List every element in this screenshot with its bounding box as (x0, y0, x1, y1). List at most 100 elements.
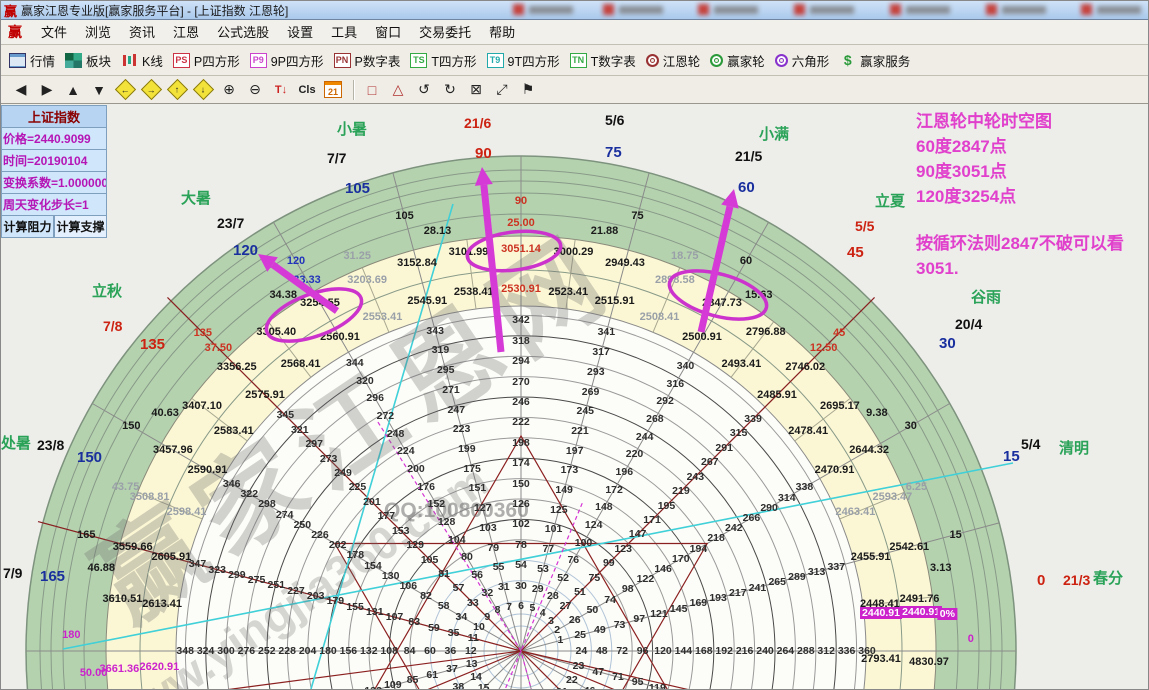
expand-button[interactable]: ⊠ (464, 79, 488, 101)
toolbar-button-9T四方形[interactable]: T99T四方形 (487, 51, 560, 70)
spiral-number: 298 (258, 498, 276, 510)
shrink-button[interactable]: ⤢ (490, 79, 514, 101)
price-plus-degree-label: 2583.41 (214, 425, 254, 437)
spiral-number: 78 (515, 539, 527, 551)
spiral-number: 144 (675, 645, 693, 657)
nav-left-button[interactable]: ◀ (9, 79, 33, 101)
spiral-number: 195 (658, 500, 676, 512)
menu-item-交易委托[interactable]: 交易委托 (410, 23, 480, 42)
spiral-number: 74 (604, 594, 616, 606)
zoom-in-button[interactable]: ⊕ (217, 79, 241, 101)
spiral-number: 201 (363, 496, 381, 508)
spiral-number: 339 (744, 413, 762, 425)
toolbar-button-T四方形[interactable]: TST四方形 (410, 51, 476, 70)
spiral-number: 107 (386, 611, 404, 623)
triangle-tool-button[interactable]: △ (386, 79, 410, 101)
zoom-out-button[interactable]: ⊖ (243, 79, 267, 101)
toolbar-button-P数字表[interactable]: PNP数字表 (334, 51, 401, 70)
date-label: 7/7 (327, 150, 346, 166)
TN-icon: TN (570, 53, 587, 68)
percent-label: 12.50 (810, 342, 838, 354)
shift-left-button[interactable]: ← (113, 79, 137, 101)
rotate-cw-button[interactable]: ↻ (438, 79, 462, 101)
spiral-number: 216 (736, 645, 754, 657)
spiral-number: 22 (566, 674, 578, 686)
spiral-number: 342 (512, 314, 530, 326)
toolbar-label: K线 (142, 51, 163, 70)
spiral-number: 169 (690, 597, 708, 609)
nav-down-button[interactable]: ▼ (87, 79, 111, 101)
spiral-number: 129 (406, 539, 424, 551)
spiral-number: 148 (595, 501, 613, 513)
toolbar-button-江恩轮[interactable]: 江恩轮 (646, 51, 701, 70)
spiral-number: 196 (616, 466, 634, 478)
toolbar-label: P四方形 (194, 51, 240, 70)
spiral-number: 33 (467, 597, 479, 609)
price-plus-degree-label: 2620.91 (139, 661, 179, 673)
spiral-number: 4 (540, 607, 546, 619)
toolbar-button-T数字表[interactable]: TNT数字表 (570, 51, 636, 70)
menu-item-设置[interactable]: 设置 (278, 23, 322, 42)
spiral-number: 76 (567, 554, 579, 566)
price-plus-degree-label: 2500.91 (682, 331, 722, 343)
spiral-number: 273 (320, 453, 338, 465)
spiral-number: 198 (512, 437, 530, 449)
spiral-number: 132 (360, 645, 378, 657)
note-line: 按循环法则2847不破可以看 (916, 231, 1124, 256)
toolbar-button-K线[interactable]: K线 (121, 51, 163, 70)
menu-item-公式选股[interactable]: 公式选股 (208, 23, 278, 42)
price-plus-degree-label: 2575.91 (245, 389, 285, 401)
calc-support-button[interactable]: 计算支撑 (54, 216, 107, 238)
spiral-number: 173 (561, 464, 579, 476)
calc-resistance-button[interactable]: 计算阻力 (1, 216, 54, 238)
solar-term-label: 清明 (1059, 437, 1089, 458)
spiral-number: 154 (364, 560, 382, 572)
percent-label: 46.88 (87, 562, 115, 574)
toolbar-button-9P四方形[interactable]: P99P四方形 (250, 51, 324, 70)
spiral-number: 265 (768, 576, 786, 588)
menu-item-资讯[interactable]: 资讯 (120, 23, 164, 42)
toolbar-button-六角形[interactable]: 六角形 (775, 51, 830, 70)
toolbar-button-赢家服务[interactable]: $赢家服务 (839, 51, 910, 70)
percent-label: 33.33 (293, 274, 321, 286)
nav-up-button[interactable]: ▲ (61, 79, 85, 101)
t-down-button[interactable]: T↓ (269, 79, 293, 101)
spiral-number: 241 (749, 582, 767, 594)
toolbar-button-板块[interactable]: 板块 (65, 51, 111, 70)
note-line: 90度3051点 (916, 159, 1124, 184)
outer-degree-label: 105 (345, 180, 370, 197)
menu-item-江恩[interactable]: 江恩 (164, 23, 208, 42)
censored-blob (698, 4, 758, 15)
panel-field: 周天变化步长=1 (1, 194, 107, 216)
shift-down-button[interactable]: ↓ (191, 79, 215, 101)
spiral-number: 123 (614, 543, 632, 555)
toolbar-label: 赢家服务 (860, 51, 910, 70)
calendar-button[interactable]: 21 (321, 79, 345, 101)
solar-term-label: 小暑 (337, 118, 367, 139)
cls-button[interactable]: Cls (295, 79, 319, 101)
spiral-number: 318 (512, 335, 530, 347)
toolbar-button-P四方形[interactable]: PSP四方形 (173, 51, 240, 70)
spiral-number: 75 (589, 572, 601, 584)
spiral-number: 343 (426, 325, 444, 337)
menu-item-浏览[interactable]: 浏览 (76, 23, 120, 42)
square-tool-button[interactable]: □ (360, 79, 384, 101)
shift-up-button[interactable]: ↑ (165, 79, 189, 101)
spiral-number: 71 (612, 671, 624, 683)
menu-item-文件[interactable]: 文件 (32, 23, 76, 42)
rotate-ccw-button[interactable]: ↺ (412, 79, 436, 101)
menu-item-帮助[interactable]: 帮助 (480, 23, 524, 42)
spiral-number: 147 (629, 528, 647, 540)
menu-item-工具[interactable]: 工具 (322, 23, 366, 42)
price-plus-degree-label: 2613.41 (142, 598, 182, 610)
spiral-number: 48 (596, 645, 608, 657)
shift-right-button[interactable]: → (139, 79, 163, 101)
toolbar-button-行情[interactable]: 行情 (9, 51, 55, 70)
menu-item-窗口[interactable]: 窗口 (366, 23, 410, 42)
kline-icon (121, 53, 138, 68)
pin-button[interactable]: ⚑ (516, 79, 540, 101)
date-label: 21/6 (464, 115, 491, 131)
nav-right-button[interactable]: ▶ (35, 79, 59, 101)
spiral-number: 275 (248, 574, 266, 586)
toolbar-button-赢家轮[interactable]: 赢家轮 (710, 51, 765, 70)
